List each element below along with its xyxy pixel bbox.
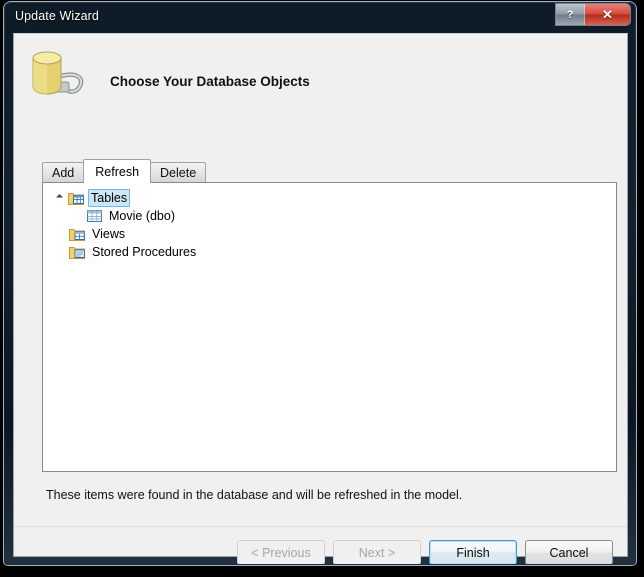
table-grid-icon	[87, 210, 102, 222]
dialog-window: Update Wizard ? ✕ Choose Your Database O…	[4, 2, 636, 565]
close-icon[interactable]: ✕	[585, 4, 630, 25]
status-message: These items were found in the database a…	[46, 488, 463, 502]
help-icon[interactable]: ?	[556, 4, 585, 25]
tab-strip: Add Refresh Delete	[42, 159, 207, 183]
database-objects-tree[interactable]: Tables Movie (dbo) Views Stored Procedur…	[42, 182, 617, 472]
finish-button[interactable]: Finish	[429, 540, 517, 564]
tab-delete-label: Delete	[160, 165, 197, 180]
title-bar[interactable]: Update Wizard ? ✕	[5, 3, 635, 33]
next-button-label: Next >	[358, 545, 396, 560]
tree-item-stored-procedures[interactable]: Stored Procedures	[69, 243, 616, 261]
help-glyph: ?	[566, 8, 574, 21]
tab-delete[interactable]: Delete	[150, 162, 207, 182]
tree-item-views-label: Views	[92, 227, 126, 241]
tab-add[interactable]: Add	[42, 162, 85, 182]
tab-refresh-label: Refresh	[95, 164, 140, 179]
button-bar: < Previous Next > Finish Cancel	[14, 527, 627, 564]
tree-item-stored-procedures-label: Stored Procedures	[92, 245, 197, 259]
tree-item-movie-label: Movie (dbo)	[109, 209, 175, 223]
window-inner: Update Wizard ? ✕ Choose Your Database O…	[5, 3, 635, 564]
tab-add-label: Add	[52, 165, 75, 180]
previous-button[interactable]: < Previous	[237, 540, 325, 564]
chevron-expanded-icon[interactable]	[55, 189, 68, 207]
cancel-button[interactable]: Cancel	[525, 540, 613, 564]
button-row: < Previous Next > Finish Cancel	[237, 540, 613, 564]
tree-item-views[interactable]: Views	[69, 225, 616, 243]
tree-item-tables-label: Tables	[88, 189, 131, 207]
page-title: Choose Your Database Objects	[110, 74, 310, 89]
cancel-button-label: Cancel	[549, 545, 589, 560]
finish-button-label: Finish	[456, 545, 490, 560]
next-button[interactable]: Next >	[333, 540, 421, 564]
header-row: Choose Your Database Objects	[14, 34, 627, 114]
titlebar-button-group: ? ✕	[556, 4, 630, 25]
dialog-client-area: Choose Your Database Objects Add Refresh…	[13, 33, 628, 564]
stored-procedures-folder-icon	[69, 246, 85, 259]
views-folder-icon	[69, 228, 85, 241]
tree-item-tables[interactable]: Tables	[55, 189, 616, 207]
previous-button-label: < Previous	[251, 545, 311, 560]
tab-refresh[interactable]: Refresh	[83, 159, 152, 183]
tables-folder-icon	[68, 192, 84, 205]
close-glyph: ✕	[602, 6, 613, 22]
tree-item-movie[interactable]: Movie (dbo)	[87, 207, 616, 225]
database-connection-icon	[32, 51, 84, 95]
window-title: Update Wizard	[15, 9, 99, 23]
